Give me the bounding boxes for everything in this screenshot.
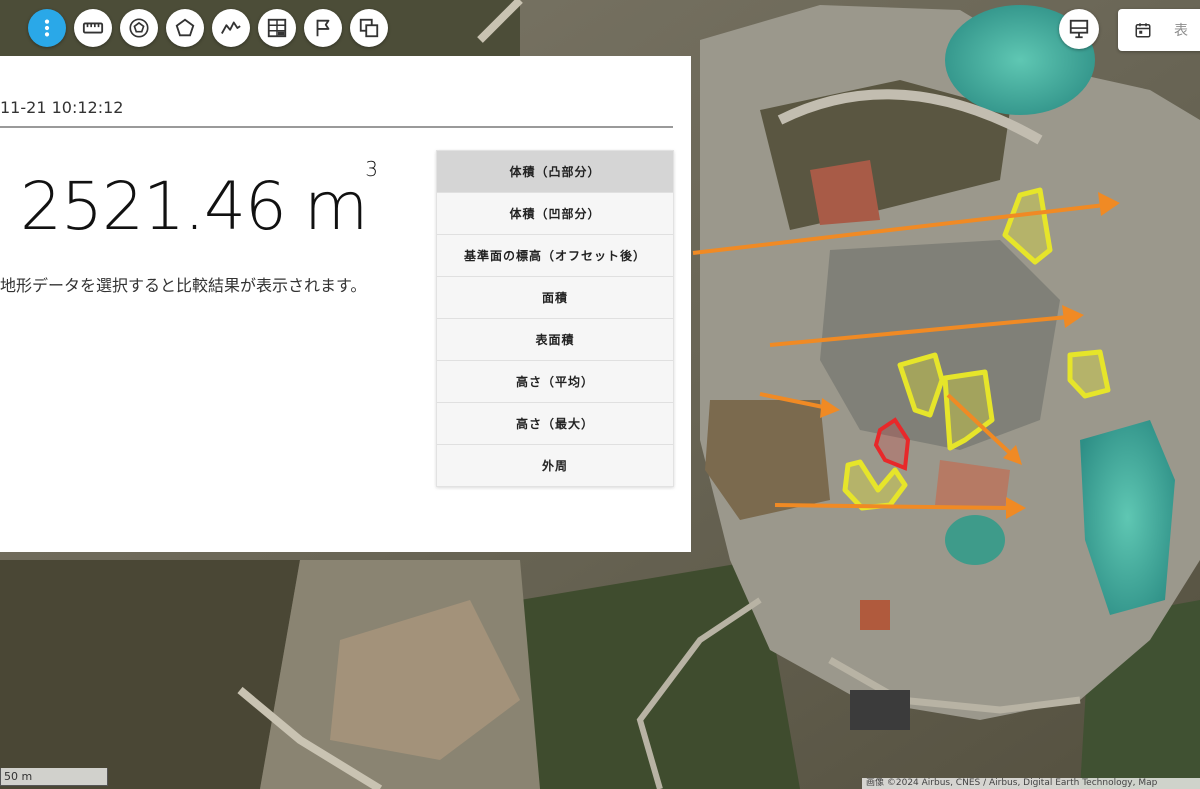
calendar-icon (1135, 23, 1151, 38)
menu-button[interactable] (28, 9, 66, 47)
metric-volume-convex[interactable]: 体積（凸部分） (437, 151, 673, 193)
metric-perimeter[interactable]: 外周 (437, 445, 673, 486)
metric-list: 体積（凸部分） 体積（凹部分） 基準面の標高（オフセット後） 面積 表面積 高さ… (436, 150, 674, 487)
add-marker-button[interactable] (304, 9, 342, 47)
value-unit: m (303, 168, 368, 245)
monitor-icon (1069, 19, 1089, 39)
pentagon-icon (175, 18, 195, 37)
table-icon (267, 18, 287, 38)
data-table-button[interactable] (258, 9, 296, 47)
elevation-profile-icon (221, 21, 241, 34)
value-unit-power: 3 (365, 157, 378, 181)
measurement-panel: 11-21 10:12:12 2521.46 m3 地形データを選択すると比較結果… (0, 56, 691, 552)
measure-distance-button[interactable] (74, 9, 112, 47)
pentagon-in-circle-icon (129, 18, 149, 38)
highlight-region (1067, 349, 1111, 399)
metric-volume-concave[interactable]: 体積（凹部分） (437, 193, 673, 235)
divider (0, 126, 673, 128)
copy-icon (359, 18, 379, 38)
draw-polygon-button[interactable] (166, 9, 204, 47)
measurement-value: 2521.46 m3 (20, 157, 378, 245)
map-toolbar (28, 9, 388, 47)
compare-button[interactable] (350, 9, 388, 47)
metric-height-average[interactable]: 高さ（平均） (437, 361, 673, 403)
measurement-timestamp: 11-21 10:12:12 (0, 98, 124, 117)
elevation-profile-button[interactable] (212, 9, 250, 47)
map-scale-bar: 50 m (0, 768, 108, 786)
metric-height-max[interactable]: 高さ（最大） (437, 403, 673, 445)
ruler-icon (82, 22, 104, 34)
menu-dots-icon (44, 19, 50, 37)
metric-area[interactable]: 面積 (437, 277, 673, 319)
comparison-hint: 地形データを選択すると比較結果が表示されます。 (0, 276, 367, 295)
flag-icon (316, 19, 330, 37)
metric-base-elevation[interactable]: 基準面の標高（オフセット後） (437, 235, 673, 277)
date-selector[interactable]: 表 (1118, 9, 1200, 51)
display-toggle-button[interactable] (1059, 9, 1099, 49)
measure-area-button[interactable] (120, 9, 158, 47)
metric-surface-area[interactable]: 表面積 (437, 319, 673, 361)
value-number: 2521.46 (20, 168, 287, 245)
date-selector-label: 表 (1174, 23, 1188, 39)
map-attribution[interactable]: 画像 ©2024 Airbus, CNES / Airbus, Digital … (862, 778, 1200, 789)
